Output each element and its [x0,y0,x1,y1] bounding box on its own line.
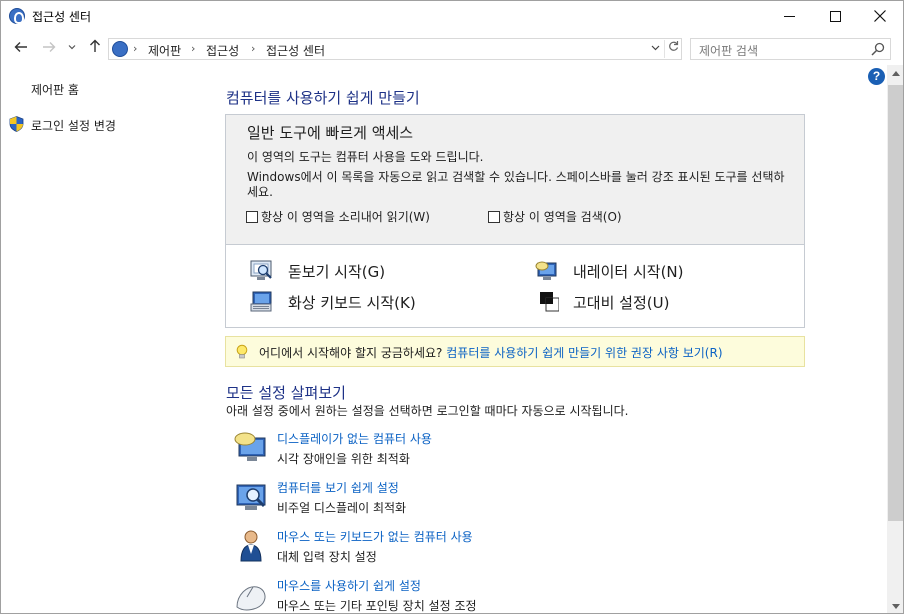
minimize-icon [783,15,795,17]
list-item: 디스플레이가 없는 컴퓨터 사용 시각 장애인을 위한 최적화 [233,430,833,470]
search-box[interactable]: 제어판 검색 [690,38,891,60]
close-icon [874,10,886,22]
scrollbar-thumb[interactable] [888,85,903,521]
high-contrast-label: 고대비 설정(U) [573,293,670,312]
scroll-down-icon [891,604,900,609]
checkbox-box[interactable] [488,210,500,223]
speech-bubble-monitor-icon [234,432,266,461]
high-contrast-icon [540,292,559,312]
make-easier-to-see-desc: 비주얼 디스플레이 최적화 [277,501,407,515]
lightbulb-icon [236,344,248,359]
address-bar[interactable]: › 제어판 › 접근성 › 접근성 센터 [108,38,682,60]
up-button[interactable] [84,38,106,58]
monitor-magnifier-icon [236,484,266,510]
narrator-button[interactable]: 내레이터 시작(N) [535,260,684,282]
recommendations-link[interactable]: 컴퓨터를 사용하기 쉽게 만들기 위한 권장 사항 보기(R) [446,346,722,360]
list-item: 컴퓨터를 보기 쉽게 설정 비주얼 디스플레이 최적화 [233,479,833,519]
breadcrumb-separator: › [133,42,138,55]
chevron-down-icon [651,45,659,51]
quick-access-title: 일반 도구에 빠르게 액세스 [247,124,414,142]
minimize-button[interactable] [766,1,812,31]
search-icon [871,42,885,56]
mouse-icon [236,586,266,611]
breadcrumb-control-panel[interactable]: 제어판 [148,42,181,59]
tip-bar: 어디에서 시작해야 할지 궁금하세요? 컴퓨터를 사용하기 쉽게 만들기 위한 … [225,336,805,367]
list-item: 마우스를 사용하기 쉽게 설정 마우스 또는 기타 포인팅 장치 설정 조정 [233,577,833,613]
use-without-display-desc: 시각 장애인을 위한 최적화 [277,452,410,466]
maximize-icon [829,10,841,22]
high-contrast-button[interactable]: 고대비 설정(U) [535,291,669,313]
quick-access-desc: 이 영역의 도구는 컴퓨터 사용을 도와 드립니다. [247,150,484,164]
use-without-display-link[interactable]: 디스플레이가 없는 컴퓨터 사용 [277,430,432,447]
scroll-down-button[interactable] [887,598,903,613]
magnifier-label: 돋보기 시작(G) [288,262,386,281]
use-without-mouse-keyboard-desc: 대체 입력 장치 설정 [277,550,377,564]
up-arrow-icon [90,39,100,52]
make-mouse-easier-desc: 마우스 또는 기타 포인팅 장치 설정 조정 [277,599,477,613]
refresh-icon [668,41,678,51]
forward-arrow-icon [43,42,56,52]
quick-access-panel: 일반 도구에 빠르게 액세스 이 영역의 도구는 컴퓨터 사용을 도와 드립니다… [225,114,805,328]
breadcrumb-ease-of-access-center[interactable]: 접근성 센터 [266,42,325,59]
explore-settings-desc: 아래 설정 중에서 원하는 설정을 선택하면 로그인할 때마다 자동으로 시작됩… [226,404,629,418]
recent-locations-button[interactable] [64,38,80,58]
checkbox-box[interactable] [246,210,258,223]
close-button[interactable] [857,1,903,31]
list-item: 마우스 또는 키보드가 없는 컴퓨터 사용 대체 입력 장치 설정 [233,528,833,568]
refresh-button[interactable] [664,40,681,58]
navigation-bar: › 제어판 › 접근성 › 접근성 센터 제어판 검색 [1,34,903,62]
tip-question: 어디에서 시작해야 할지 궁금하세요? [259,346,443,360]
control-panel-home-link[interactable]: 제어판 홈 [31,81,79,98]
ease-of-access-icon [112,41,128,57]
magnifier-button[interactable]: 돋보기 시작(G) [250,260,385,282]
ease-of-access-icon [9,8,25,24]
make-mouse-easier-link[interactable]: 마우스를 사용하기 쉽게 설정 [277,577,421,594]
tip-text: 어디에서 시작해야 할지 궁금하세요? 컴퓨터를 사용하기 쉽게 만들기 위한 … [259,344,723,361]
back-arrow-icon [14,42,27,52]
change-sign-in-settings-link[interactable]: 로그인 설정 변경 [31,117,116,134]
help-icon[interactable]: ? [868,68,885,85]
scroll-up-icon [891,71,900,76]
narrator-icon [535,261,557,280]
forward-button[interactable] [38,38,60,58]
read-aloud-label: 항상 이 영역을 소리내어 읽기(W) [261,210,430,224]
auto-scan-label: 항상 이 영역을 검색(O) [503,210,622,224]
auto-scan-checkbox[interactable]: 항상 이 영역을 검색(O) [488,208,622,225]
maximize-button[interactable] [812,1,858,31]
scroll-up-button[interactable] [887,65,903,82]
page-title: 컴퓨터를 사용하기 쉽게 만들기 [226,89,420,107]
breadcrumb-separator: › [191,42,196,55]
breadcrumb-separator: › [251,42,256,55]
magnifier-icon [250,260,272,280]
narrator-label: 내레이터 시작(N) [573,262,684,281]
vertical-scrollbar[interactable] [887,65,903,613]
person-icon [240,530,262,562]
explore-settings-heading: 모든 설정 살펴보기 [226,384,346,402]
on-screen-keyboard-button[interactable]: 화상 키보드 시작(K) [250,291,416,313]
window-title: 접근성 센터 [32,10,92,24]
window: 접근성 센터 › 제어판 › 접근성 › 접근성 센터 제어판 검색 제어판 홈… [0,0,904,614]
title-bar: 접근성 센터 [1,1,903,31]
make-easier-to-see-link[interactable]: 컴퓨터를 보기 쉽게 설정 [277,479,399,496]
keyboard-icon [250,291,272,312]
quick-access-header: 일반 도구에 빠르게 액세스 이 영역의 도구는 컴퓨터 사용을 도와 드립니다… [226,115,804,245]
address-dropdown-button[interactable] [647,40,663,58]
on-screen-keyboard-label: 화상 키보드 시작(K) [288,293,416,312]
breadcrumb-accessibility[interactable]: 접근성 [206,42,239,59]
back-button[interactable] [10,38,32,58]
quick-access-desc2: Windows에서 이 목록을 자동으로 읽고 검색할 수 있습니다. 스페이스… [247,170,785,199]
search-placeholder: 제어판 검색 [699,44,759,58]
chevron-down-icon [68,45,76,50]
read-aloud-checkbox[interactable]: 항상 이 영역을 소리내어 읽기(W) [246,208,430,225]
uac-shield-icon [9,116,24,132]
use-without-mouse-keyboard-link[interactable]: 마우스 또는 키보드가 없는 컴퓨터 사용 [277,528,473,545]
